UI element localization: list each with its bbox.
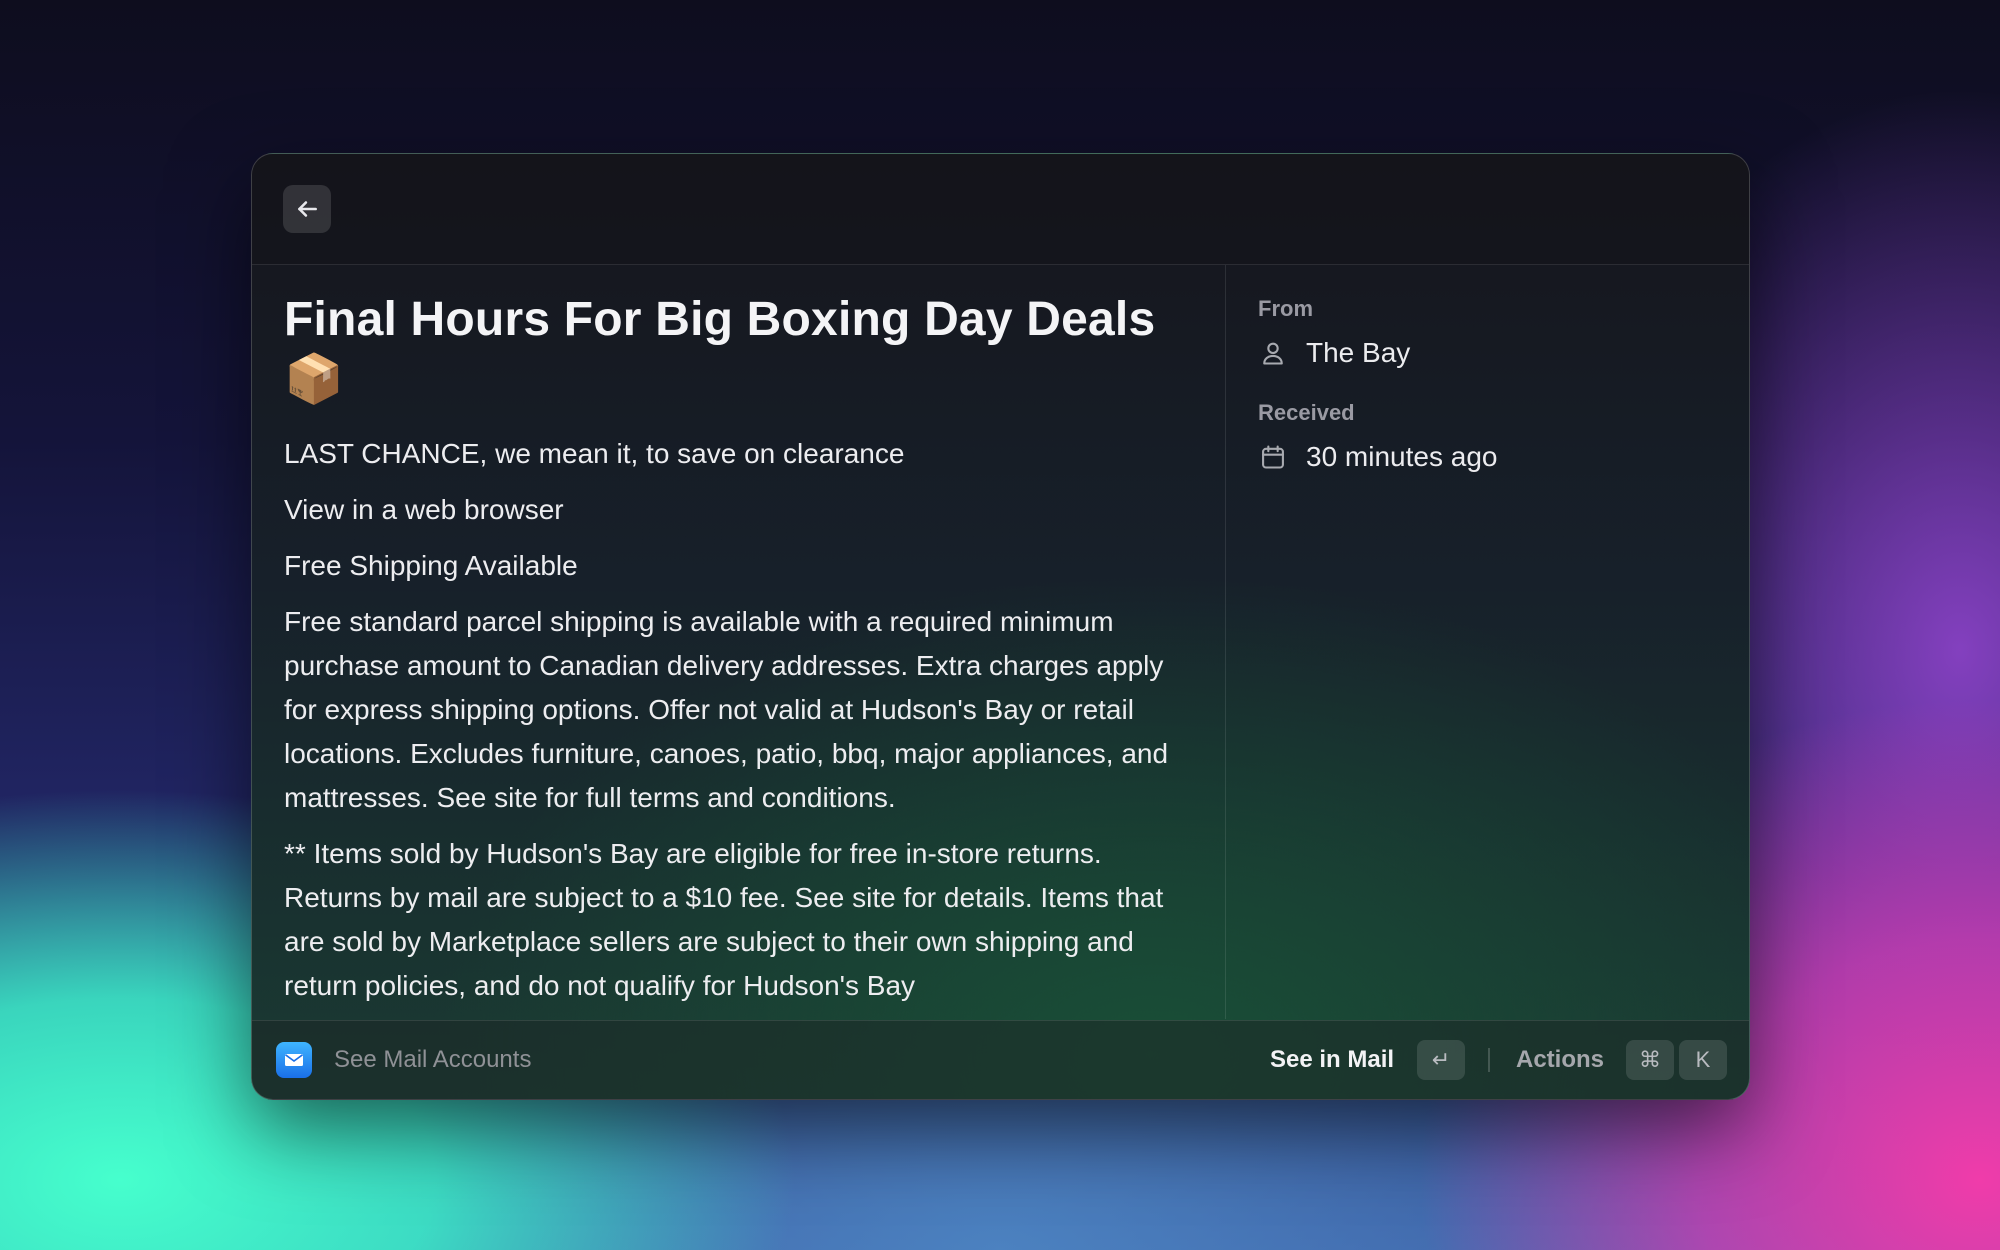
enter-key-hint: ↵ [1417,1040,1465,1080]
body-paragraph-returns: ** Items sold by Hudson's Bay are eligib… [284,838,1164,1001]
k-key-hint: K [1679,1040,1727,1080]
package-emoji: 📦 [284,353,344,406]
command-key-hint: ⌘ [1626,1040,1674,1080]
arrow-left-icon [298,201,317,217]
email-content[interactable]: Final Hours For Big Boxing Day Deals 📦 L… [252,265,1226,1019]
from-block: From The Bay [1258,295,1749,373]
from-value: The Bay [1306,337,1411,368]
received-value: 30 minutes ago [1306,441,1498,472]
mail-detail-window: Final Hours For Big Boxing Day Deals 📦 L… [251,153,1750,1100]
actions-button[interactable]: Actions [1516,1021,1604,1099]
received-label: Received [1258,400,1355,425]
calendar-icon [1258,442,1288,472]
back-button[interactable] [283,185,331,233]
body-paragraph-shipping: Free standard parcel shipping is availab… [284,606,1169,813]
body-preheader: LAST CHANCE, we mean it, to save on clea… [284,438,905,469]
mail-app-icon[interactable] [276,1042,312,1078]
top-bar [252,154,1749,265]
from-row: The Bay [1258,333,1749,373]
view-in-browser-link[interactable]: View in a web browser [284,488,1193,532]
action-bar: See Mail Accounts See in Mail ↵ Actions … [252,1020,1749,1099]
person-icon [1258,338,1288,368]
received-block: Received 30 minutes ago [1258,399,1749,477]
received-row: 30 minutes ago [1258,437,1749,477]
email-subject: Final Hours For Big Boxing Day Deals 📦 [284,290,1193,410]
metadata-panel: From The Bay Received 30 minutes ago [1226,265,1749,1019]
body-heading-shipping: Free Shipping Available [284,550,578,581]
from-label: From [1258,296,1313,321]
see-mail-accounts-button[interactable]: See Mail Accounts [334,1021,531,1099]
subject-text: Final Hours For Big Boxing Day Deals [284,293,1156,346]
footer-divider [1488,1048,1490,1072]
see-in-mail-button[interactable]: See in Mail [1270,1021,1394,1099]
